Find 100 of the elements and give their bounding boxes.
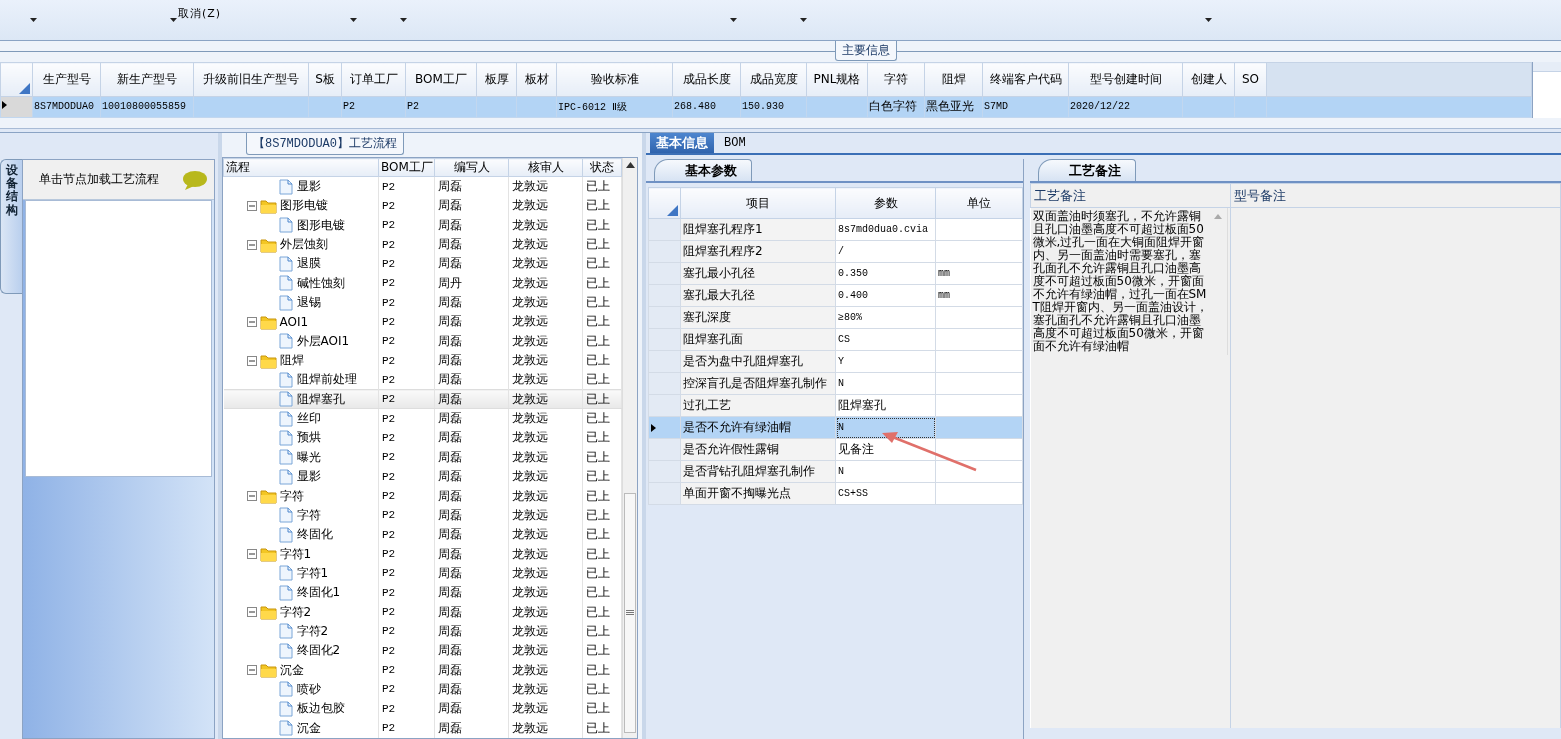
table-row[interactable]: 是否允许假性露铜 见备注 (648, 438, 1023, 461)
table-row[interactable]: 单面开窗不掏曝光点 CS+SS (648, 482, 1023, 505)
tree-row[interactable]: 字符 P2 周磊 龙敦远 已上 (223, 505, 622, 525)
tree-row[interactable]: 外层AOI1 P2 周磊 龙敦远 已上 (223, 331, 622, 351)
tree-row[interactable]: 丝印 P2 周磊 龙敦远 已上 (223, 408, 622, 429)
column-header[interactable]: 型号创建时间 (1068, 62, 1183, 97)
table-row[interactable]: 是否为盘中孔阻焊塞孔 Y (648, 350, 1023, 373)
table-row[interactable]: 阻焊塞孔程序2 / (648, 240, 1023, 263)
collapse-icon[interactable] (246, 665, 257, 676)
column-header[interactable]: 参数 (835, 187, 936, 219)
column-header[interactable]: 成品长度 (672, 62, 741, 97)
tree-row[interactable]: 字符2 P2 周磊 龙敦远 已上 (223, 621, 622, 642)
collapse-icon[interactable] (246, 200, 257, 211)
tree-row[interactable]: 阻焊塞孔 P2 周磊 龙敦远 已上 (223, 389, 622, 409)
scrollbar[interactable] (622, 158, 637, 738)
column-header[interactable]: 升级前旧生产型号 (193, 62, 309, 97)
tree-row[interactable]: 终固化2 P2 周磊 龙敦远 已上 (223, 641, 622, 661)
tab[interactable]: 基本信息 (650, 133, 714, 153)
column-header[interactable]: SO (1234, 62, 1267, 97)
table-row[interactable]: 控深盲孔是否阻焊塞孔制作 N (648, 372, 1023, 395)
table-row[interactable]: 阻焊塞孔面 CS (648, 328, 1023, 351)
dropdown-caret-icon[interactable] (30, 18, 37, 22)
tree-row[interactable]: 字符2 P2 周磊 龙敦远 已上 (223, 602, 622, 622)
table-row[interactable]: 是否背钻孔阻焊塞孔制作 N (648, 460, 1023, 483)
column-header[interactable]: 流程 (223, 158, 379, 177)
table-row[interactable]: 是否不允许有绿油帽 N (648, 416, 1023, 439)
tree-row[interactable]: 图形电镀 P2 周磊 龙敦远 已上 (223, 196, 622, 216)
tree-row[interactable]: 曝光 P2 周磊 龙敦远 已上 (223, 447, 622, 467)
tree-row[interactable]: 预烘 P2 周磊 龙敦远 已上 (223, 428, 622, 448)
tree-row[interactable]: 终固化1 P2 周磊 龙敦远 已上 (223, 583, 622, 603)
column-header[interactable]: 编写人 (434, 158, 509, 177)
tree-row[interactable]: 字符1 P2 周磊 龙敦远 已上 (223, 544, 622, 564)
column-header[interactable]: 状态 (582, 158, 622, 177)
tree-row[interactable]: 板边包胶 P2 周磊 龙敦远 已上 (223, 699, 622, 719)
tree-row[interactable]: 阻焊 P2 周磊 龙敦远 已上 (223, 350, 622, 371)
dropdown-caret-icon[interactable] (800, 18, 807, 22)
tree-row[interactable]: 沉金 P2 周磊 龙敦远 已上 (223, 718, 622, 738)
dropdown-caret-icon[interactable] (400, 18, 407, 22)
column-header[interactable]: 板材 (516, 62, 557, 97)
tree-row[interactable]: 退锡 P2 周磊 龙敦远 已上 (223, 292, 622, 313)
tree-row[interactable]: 字符 P2 周磊 龙敦远 已上 (223, 486, 622, 506)
column-header[interactable]: 成品宽度 (740, 62, 807, 97)
column-header[interactable]: 阻焊 (924, 62, 983, 97)
document-icon (276, 294, 294, 311)
column-header[interactable]: 新生产型号 (100, 62, 194, 97)
row-header[interactable] (648, 416, 681, 439)
column-header[interactable]: 字符 (867, 62, 925, 97)
table-cell: 周磊 (434, 660, 509, 680)
column-header[interactable]: 订单工厂 (341, 62, 406, 97)
column-header[interactable]: 创建人 (1182, 62, 1235, 97)
tree-row[interactable]: 退膜 P2 周磊 龙敦远 已上 (223, 254, 622, 274)
table-row[interactable]: 塞孔深度 ≥80% (648, 306, 1023, 329)
table-cell: P2 (378, 331, 435, 351)
column-header[interactable]: BOM工厂 (405, 62, 477, 97)
column-header[interactable]: BOM工厂 (378, 158, 435, 177)
scroll-thumb[interactable] (624, 493, 636, 733)
tree-row[interactable]: AOI1 P2 周磊 龙敦远 已上 (223, 312, 622, 332)
collapse-icon[interactable] (246, 491, 257, 501)
tree-row[interactable]: 图形电镀 P2 周磊 龙敦远 已上 (223, 215, 622, 235)
table-row[interactable]: 塞孔最小孔径 0.350 mm (648, 262, 1023, 285)
tab[interactable]: 基本参数 (654, 159, 752, 181)
column-header[interactable]: 型号备注 (1230, 183, 1561, 208)
column-header[interactable]: 生产型号 (32, 62, 101, 97)
table-row[interactable]: 塞孔最大孔径 0.400 mm (648, 284, 1023, 307)
collapse-icon[interactable] (246, 355, 257, 366)
dropdown-caret-icon[interactable] (350, 18, 357, 22)
menu-item[interactable]: 取消(Z) (178, 6, 222, 21)
column-header[interactable]: 核审人 (508, 158, 583, 177)
column-header[interactable]: PNL规格 (806, 62, 868, 97)
collapse-icon[interactable] (246, 549, 257, 560)
dropdown-caret-icon[interactable] (170, 18, 177, 22)
tree-row[interactable]: 外层蚀刻 P2 周磊 龙敦远 已上 (223, 234, 622, 255)
column-header[interactable]: 项目 (680, 187, 836, 219)
column-header[interactable]: 工艺备注 (1030, 183, 1231, 208)
tab[interactable]: BOM (718, 133, 752, 153)
tree-row[interactable]: 显影 P2 周磊 龙敦远 已上 (223, 467, 622, 487)
collapse-icon[interactable] (246, 239, 257, 250)
tree-row[interactable]: 显影 P2 周磊 龙敦远 已上 (223, 176, 622, 197)
memo-text: 双面盖油时须塞孔，不允许露铜且孔口油墨高度不可超过板面50微米,过孔一面在大铜面阻焊开窗内、另一面盖油时需要塞孔，塞孔面孔不允许露铜且孔口油墨高度不可超过板面50微米，开窗面不允许有绿油帽，过孔一面在SMT阻焊开窗内、另一面盖油设计，塞孔面孔不允许露铜且孔口油墨高度不可超过板面50微米，开窗面不允许有绿油帽 (1031, 208, 1209, 355)
tree-row[interactable]: 碱性蚀刻 P2 周丹 龙敦远 已上 (223, 273, 622, 293)
table-row[interactable]: 8S7MDODUA0 10010800055859 P2 P2 IPC-6012 Ⅱ级 268.480 150.930 白色字符 黑色亚光 S7MD 2020/12/22 (0, 96, 1532, 118)
row-header[interactable] (0, 96, 33, 118)
column-header[interactable]: S板 (308, 62, 342, 97)
column-header[interactable]: 板厚 (476, 62, 517, 97)
collapse-icon[interactable] (246, 607, 257, 618)
tree-row[interactable]: 字符1 P2 周磊 龙敦远 已上 (223, 563, 622, 584)
tree-row[interactable]: 沉金 P2 周磊 龙敦远 已上 (223, 660, 622, 680)
scroll-up-icon[interactable] (625, 162, 635, 168)
collapse-icon[interactable] (246, 316, 257, 327)
tab[interactable]: 工艺备注 (1038, 159, 1136, 181)
column-header[interactable]: 终端客户代码 (982, 62, 1069, 97)
table-row[interactable]: 阻焊塞孔程序1 8s7md0dua0.cvia (648, 218, 1023, 241)
tree-row[interactable]: 喷砂 P2 周磊 龙敦远 已上 (223, 679, 622, 700)
dropdown-caret-icon[interactable] (1205, 18, 1212, 22)
column-header[interactable]: 验收标准 (556, 62, 673, 97)
tree-row[interactable]: 终固化 P2 周磊 龙敦远 已上 (223, 525, 622, 545)
column-header[interactable]: 单位 (935, 187, 1023, 219)
vertical-tab[interactable]: 设备结构 (0, 159, 22, 294)
dropdown-caret-icon[interactable] (730, 18, 737, 22)
table-row[interactable]: 过孔工艺 阻焊塞孔 (648, 394, 1023, 417)
